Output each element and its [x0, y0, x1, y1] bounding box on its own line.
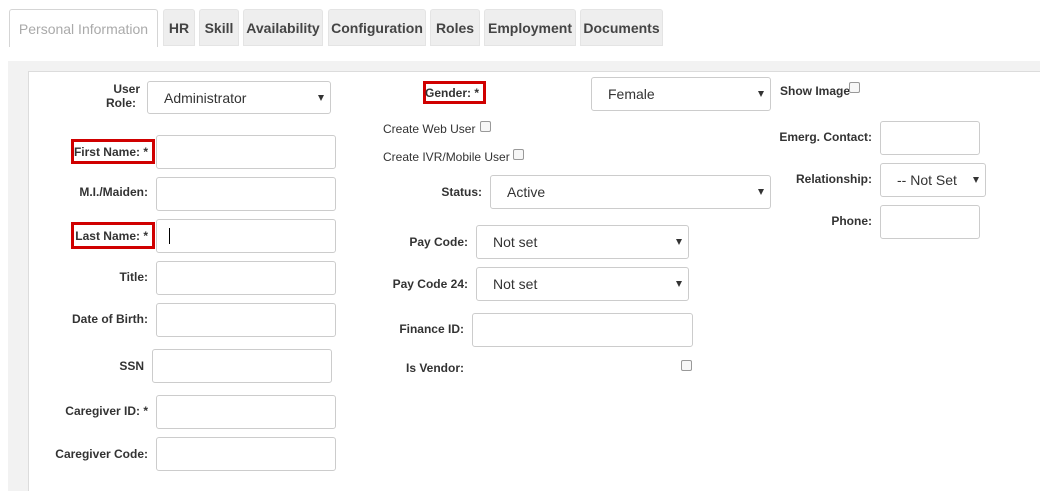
caregiver-code-input[interactable]	[156, 437, 336, 471]
caregiver-id-input[interactable]	[156, 395, 336, 429]
first-name-label: First Name: *	[71, 139, 155, 164]
gender-select[interactable]: Female	[591, 77, 771, 111]
gender-label: Gender: *	[423, 81, 486, 104]
show-image-checkbox[interactable]	[849, 82, 860, 93]
user-role-label: User Role:	[106, 82, 140, 110]
create-web-user-checkbox[interactable]	[480, 121, 491, 132]
gender-value: Female	[608, 86, 655, 102]
finance-id-input[interactable]	[472, 313, 693, 347]
tab-roles[interactable]: Roles	[430, 9, 480, 46]
ssn-input[interactable]	[152, 349, 332, 383]
tab-availability[interactable]: Availability	[243, 9, 323, 46]
emerg-contact-label: Emerg. Contact:	[779, 130, 872, 144]
title-input[interactable]	[156, 261, 336, 295]
last-name-input[interactable]	[156, 219, 336, 253]
tab-bar: Personal Information HR Skill Availabili…	[0, 0, 1040, 60]
is-vendor-checkbox[interactable]	[681, 360, 692, 371]
pay-code-24-label: Pay Code 24:	[392, 277, 468, 291]
user-role-select[interactable]: Administrator	[147, 81, 331, 114]
tab-documents[interactable]: Documents	[580, 9, 663, 46]
status-select[interactable]: Active	[490, 175, 771, 209]
text-cursor	[169, 228, 170, 244]
tab-hr[interactable]: HR	[163, 9, 195, 46]
tab-personal-information[interactable]: Personal Information	[9, 9, 158, 47]
caregiver-id-label: Caregiver ID: *	[65, 404, 148, 418]
relationship-label: Relationship:	[795, 172, 872, 186]
relationship-select[interactable]: -- Not Set --	[880, 163, 986, 197]
tab-employment[interactable]: Employment	[484, 9, 576, 46]
pay-code-label: Pay Code:	[409, 235, 468, 249]
phone-label: Phone:	[831, 214, 872, 228]
chevron-down-icon	[676, 281, 682, 287]
chevron-down-icon	[758, 91, 764, 97]
phone-input[interactable]	[880, 205, 980, 239]
chevron-down-icon	[973, 177, 979, 183]
is-vendor-label: Is Vendor:	[405, 361, 464, 375]
pay-code-24-value: Not set	[493, 276, 538, 292]
mi-maiden-input[interactable]	[156, 177, 336, 211]
date-of-birth-input[interactable]	[156, 303, 336, 337]
status-label: Status:	[441, 185, 482, 199]
pay-code-value: Not set	[493, 234, 538, 250]
chevron-down-icon	[676, 239, 682, 245]
status-value: Active	[507, 184, 546, 200]
title-label: Title:	[119, 270, 148, 284]
caregiver-code-label: Caregiver Code:	[55, 447, 148, 461]
ssn-label: SSN	[119, 359, 144, 373]
pay-code-24-select[interactable]: Not set	[476, 267, 689, 301]
show-image-label: Show Image	[780, 84, 851, 98]
create-web-user-label: Create Web User	[383, 122, 476, 136]
tab-configuration[interactable]: Configuration	[328, 9, 426, 46]
first-name-input[interactable]	[156, 135, 336, 169]
tab-skill[interactable]: Skill	[199, 9, 239, 46]
user-role-value: Administrator	[164, 89, 247, 106]
create-ivr-mobile-user-label: Create IVR/Mobile User	[383, 150, 510, 164]
chevron-down-icon	[318, 94, 324, 101]
date-of-birth-label: Date of Birth:	[72, 312, 148, 326]
mi-maiden-label: M.I./Maiden:	[79, 185, 148, 199]
pay-code-select[interactable]: Not set	[476, 225, 689, 259]
create-ivr-mobile-user-checkbox[interactable]	[513, 149, 524, 160]
relationship-value: -- Not Set --	[897, 172, 961, 188]
finance-id-label: Finance ID:	[399, 322, 464, 336]
last-name-label: Last Name: *	[71, 222, 155, 249]
chevron-down-icon	[758, 189, 764, 195]
emerg-contact-input[interactable]	[880, 121, 980, 155]
